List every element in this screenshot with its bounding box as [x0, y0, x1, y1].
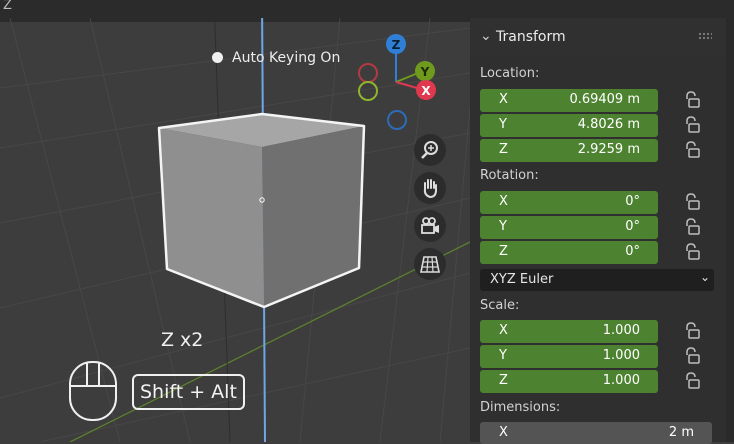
gizmo-z-label: Z: [392, 38, 401, 52]
lock-icon[interactable]: [682, 347, 702, 365]
gizmo-x-axis[interactable]: X: [416, 80, 436, 100]
ortho-toggle-button[interactable]: [414, 248, 446, 280]
location-label: Location:: [480, 66, 540, 81]
top-strip-text: Z: [3, 0, 12, 13]
location-y-field[interactable]: Y 4.8026 m: [480, 114, 658, 137]
location-x-field[interactable]: X 0.69409 m: [480, 89, 658, 112]
zoom-button[interactable]: [414, 134, 446, 166]
rotation-z-field[interactable]: Z 0°: [480, 241, 658, 264]
lock-icon[interactable]: [682, 91, 702, 109]
dimensions-x-field[interactable]: X 2 m: [480, 422, 712, 444]
location-z-field[interactable]: Z 2.9259 m: [480, 139, 658, 162]
rotation-label: Rotation:: [480, 168, 539, 183]
chevron-down-icon[interactable]: ⌄: [480, 28, 492, 44]
field-value: 1.000: [602, 373, 640, 388]
record-dot-icon: [212, 52, 223, 63]
drag-handle-icon[interactable]: [698, 32, 712, 40]
pan-button[interactable]: [414, 172, 446, 204]
zoom-icon: [421, 141, 438, 159]
field-value: 4.8026 m: [577, 117, 640, 132]
dimensions-label: Dimensions:: [480, 400, 561, 415]
modifier-keys-box: Shift + Alt: [132, 374, 245, 410]
lock-icon[interactable]: [682, 193, 702, 211]
field-value: 0°: [625, 194, 640, 209]
camera-view-button[interactable]: [414, 210, 446, 242]
field-value: 0.69409 m: [569, 92, 640, 107]
field-value: 2.9259 m: [577, 142, 640, 157]
gizmo-y-axis[interactable]: Y: [415, 61, 435, 81]
axis-label: X: [499, 92, 508, 107]
axis-label: Z: [499, 244, 508, 259]
axis-label: X: [499, 323, 508, 338]
mouse-icon: [69, 361, 117, 421]
field-value: 0°: [625, 219, 640, 234]
axis-label: X: [499, 194, 508, 209]
rotation-mode-value: XYZ Euler: [490, 272, 554, 287]
lock-icon[interactable]: [682, 116, 702, 134]
scale-x-field[interactable]: X 1.000: [480, 320, 658, 343]
axis-label: Z: [499, 142, 508, 157]
panel-title: Transform: [496, 29, 566, 45]
scale-y-field[interactable]: Y 1.000: [480, 345, 658, 368]
axis-label: Y: [499, 117, 507, 132]
key-hint-text: Z x2: [161, 329, 204, 351]
field-value: 1.000: [602, 348, 640, 363]
auto-keying-label: Auto Keying On: [232, 50, 341, 66]
lock-icon[interactable]: [682, 141, 702, 159]
axis-label: Z: [499, 373, 508, 388]
lock-icon[interactable]: [682, 322, 702, 340]
field-value: 0°: [625, 244, 640, 259]
navigation-gizmo[interactable]: Z Y X: [356, 30, 446, 140]
grid-icon: [420, 256, 440, 273]
gizmo-z-axis[interactable]: Z: [386, 34, 406, 54]
rotation-x-field[interactable]: X 0°: [480, 191, 658, 214]
panel-edge: [726, 18, 734, 442]
camera-icon: [421, 217, 439, 234]
scale-label: Scale:: [480, 298, 520, 313]
scale-z-field[interactable]: Z 1.000: [480, 370, 658, 393]
chevron-down-icon: ⌄: [699, 270, 710, 284]
axis-label: Y: [499, 348, 507, 363]
axis-label: Y: [499, 219, 507, 234]
transform-panel: ⌄ Transform Location: X 0.69409 m Y 4.8026…: [470, 18, 734, 444]
gizmo-x-label: X: [421, 84, 431, 98]
gizmo-y-label: Y: [420, 65, 430, 79]
rotation-y-field[interactable]: Y 0°: [480, 216, 658, 239]
field-value: 2 m: [668, 425, 694, 440]
hand-pan-icon: [423, 179, 437, 199]
lock-icon[interactable]: [682, 243, 702, 261]
lock-icon[interactable]: [682, 372, 702, 390]
lock-icon[interactable]: [682, 218, 702, 236]
field-value: 1.000: [602, 323, 640, 338]
rotation-mode-dropdown[interactable]: XYZ Euler ⌄: [480, 269, 714, 291]
axis-label: X: [499, 425, 508, 440]
auto-keying-indicator: Auto Keying On: [212, 50, 340, 66]
panel-header[interactable]: ⌄ Transform: [470, 18, 734, 56]
3d-viewport[interactable]: Auto Keying On Z Y X Z x2 Shift + Alt: [0, 18, 470, 442]
